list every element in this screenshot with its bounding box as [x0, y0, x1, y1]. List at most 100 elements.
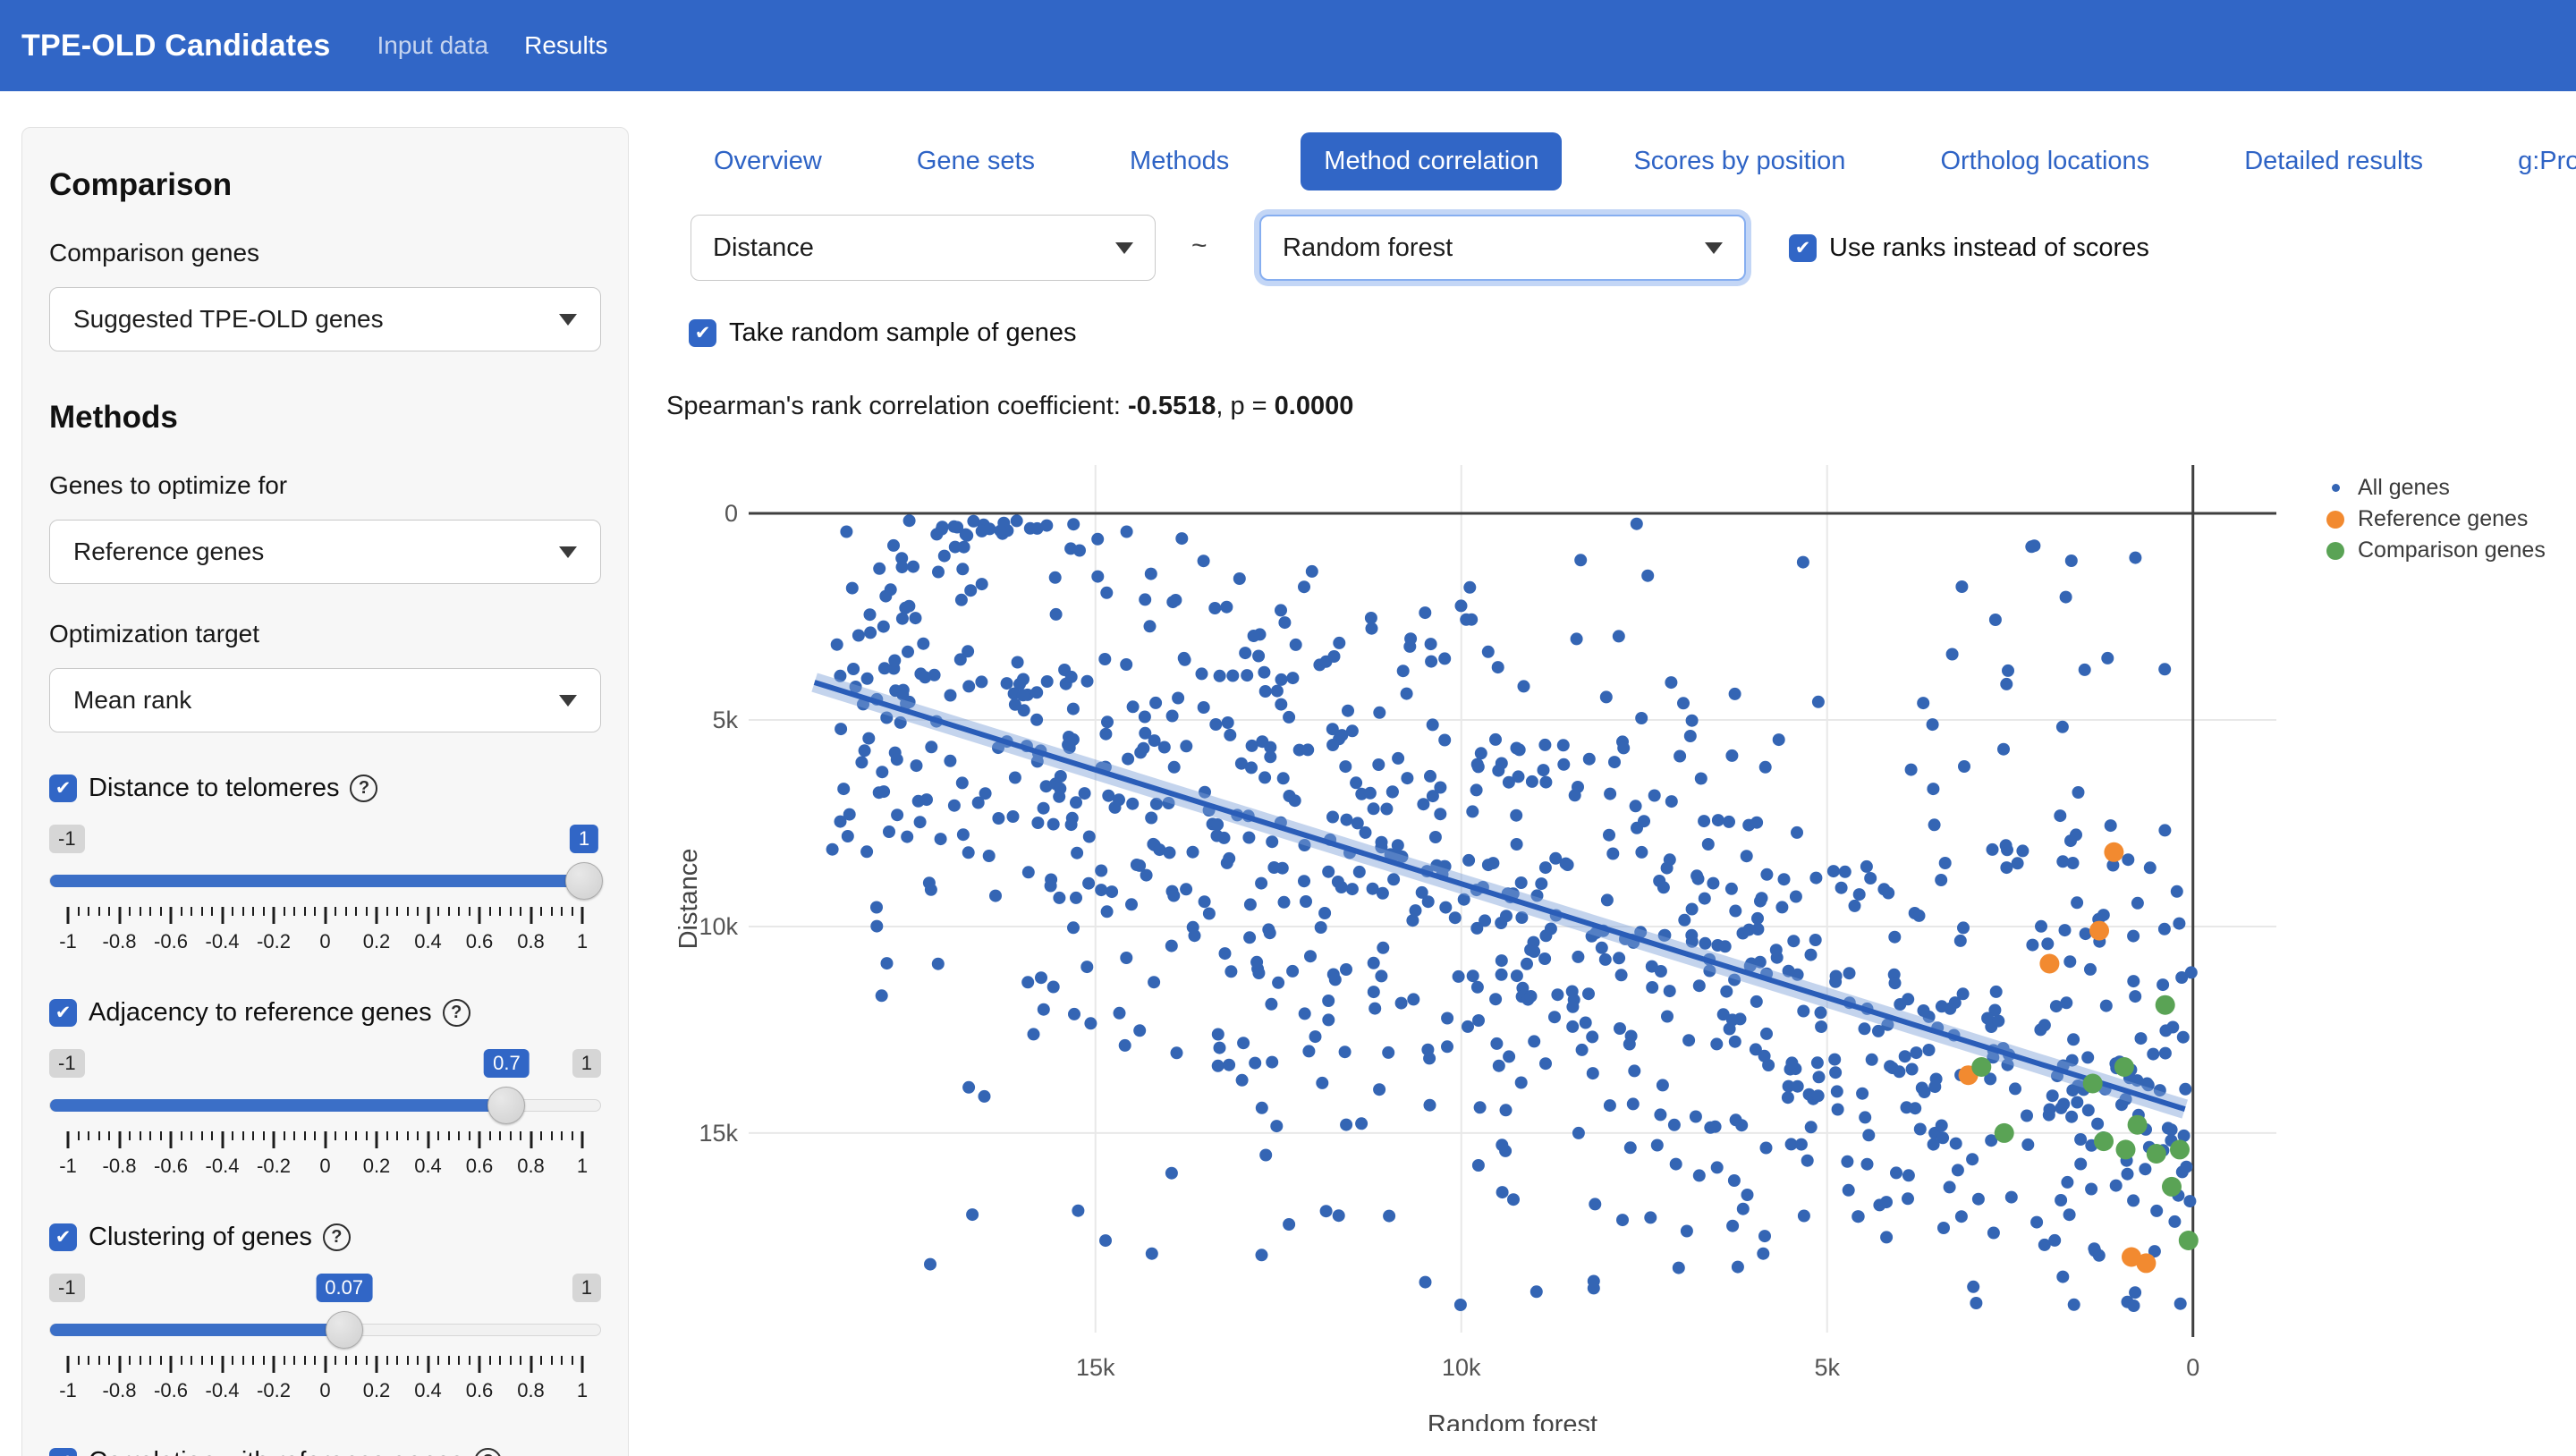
method-checkbox-0[interactable]: ✔ — [49, 775, 77, 802]
methods-list: ✔Distance to telomeres?-11-1-0.8-0.6-0.4… — [49, 774, 601, 1456]
help-icon[interactable]: ? — [350, 775, 377, 802]
all-genes-point — [2091, 1118, 2104, 1130]
all-genes-point — [2048, 1234, 2061, 1247]
all-genes-point — [1760, 1142, 1773, 1155]
all-genes-point — [1335, 881, 1348, 893]
all-genes-point — [1073, 545, 1086, 557]
all-genes-point — [1454, 1299, 1467, 1311]
method-slider-2[interactable]: -110.07-1-0.8-0.6-0.4-0.200.20.40.60.81 — [49, 1274, 601, 1406]
target-select[interactable]: Mean rank — [49, 668, 601, 732]
all-genes-point — [1244, 898, 1257, 910]
all-genes-point — [2100, 1000, 2113, 1012]
use-ranks-row: ✔ Use ranks instead of scores — [1789, 233, 2149, 263]
method-slider-0[interactable]: -11-1-0.8-0.6-0.4-0.200.20.40.60.81 — [49, 825, 601, 957]
all-genes-point — [2131, 897, 2144, 910]
all-genes-point — [1212, 1029, 1224, 1041]
all-genes-point — [1256, 1102, 1268, 1114]
all-genes-point — [2056, 721, 2069, 733]
all-genes-point — [1521, 958, 1533, 970]
method-slider-1[interactable]: -110.7-1-0.8-0.6-0.4-0.200.20.40.60.81 — [49, 1049, 601, 1181]
method-correlation-plot[interactable]: 05k10k15k15k10k5k0DistanceRandom forest — [662, 420, 2576, 1431]
tab-ortholog-locations[interactable]: Ortholog locations — [1917, 132, 2173, 190]
method-checkbox-2[interactable]: ✔ — [49, 1223, 77, 1251]
tab-detailed-results[interactable]: Detailed results — [2221, 132, 2446, 190]
tab-methods[interactable]: Methods — [1106, 132, 1252, 190]
all-genes-point — [901, 831, 913, 843]
help-icon[interactable]: ? — [323, 1223, 351, 1251]
legend-item-all-genes[interactable]: All genes — [2322, 472, 2546, 504]
all-genes-point — [2044, 1104, 2056, 1116]
method-checkbox-3[interactable]: ✔ — [49, 1448, 77, 1456]
all-genes-point — [1935, 874, 1947, 886]
all-genes-point — [1187, 846, 1199, 859]
all-genes-point — [1441, 1040, 1453, 1053]
tab-g-profiler[interactable]: g:Profiler — [2495, 132, 2576, 190]
all-genes-point — [1070, 796, 1082, 808]
all-genes-point — [1340, 1119, 1352, 1131]
results-tabs: Overview Gene sets Methods Method correlati… — [691, 132, 2576, 190]
all-genes-point — [2101, 652, 2114, 665]
method-checkbox-1[interactable]: ✔ — [49, 999, 77, 1027]
all-genes-point — [966, 1208, 979, 1221]
help-icon[interactable]: ? — [474, 1448, 502, 1456]
all-genes-point — [2041, 937, 2054, 950]
all-genes-point — [1830, 970, 1843, 983]
method-x-select[interactable]: Distance — [691, 215, 1156, 281]
all-genes-point — [1693, 979, 1706, 992]
all-genes-point — [1038, 802, 1050, 815]
all-genes-point — [1322, 866, 1335, 878]
method-label: Clustering of genes — [89, 1223, 312, 1252]
sample-checkbox[interactable]: ✔ — [689, 319, 716, 347]
spearman-coefficient: -0.5518 — [1128, 392, 1216, 420]
slider-track[interactable] — [49, 875, 601, 887]
legend-item-reference-genes[interactable]: Reference genes — [2322, 504, 2546, 535]
all-genes-point — [1526, 775, 1538, 788]
nav-link-results[interactable]: Results — [524, 31, 607, 60]
all-genes-point — [1364, 787, 1377, 800]
all-genes-point — [972, 797, 985, 809]
all-genes-point — [1175, 532, 1188, 545]
slider-handle[interactable] — [487, 1087, 525, 1124]
all-genes-point — [917, 638, 929, 650]
all-genes-point — [1631, 518, 1643, 530]
all-genes-point — [1377, 887, 1389, 900]
all-genes-point — [847, 663, 860, 675]
spearman-stat: Spearman's rank correlation coefficient:… — [666, 392, 1353, 421]
use-ranks-checkbox[interactable]: ✔ — [1789, 234, 1817, 262]
all-genes-point — [932, 958, 945, 970]
all-genes-point — [1424, 770, 1436, 783]
tab-overview[interactable]: Overview — [691, 132, 845, 190]
all-genes-point — [1503, 1050, 1515, 1062]
all-genes-point — [1166, 596, 1179, 608]
slider-handle[interactable] — [565, 862, 603, 900]
all-genes-point — [1930, 1073, 1943, 1086]
all-genes-point — [1729, 688, 1741, 700]
all-genes-point — [1326, 739, 1339, 751]
app-title[interactable]: TPE-OLD Candidates — [21, 29, 331, 63]
comparison-section-title: Comparison — [49, 167, 601, 203]
all-genes-point — [1815, 1006, 1827, 1019]
all-genes-point — [1084, 1017, 1097, 1029]
legend-item-comparison-genes[interactable]: Comparison genes — [2322, 535, 2546, 566]
comparison-genes-select[interactable]: Suggested TPE-OLD genes — [49, 287, 601, 351]
method-y-select[interactable]: Random forest — [1259, 215, 1746, 281]
all-genes-point — [1071, 847, 1083, 859]
slider-handle[interactable] — [326, 1311, 363, 1349]
nav-link-input-data[interactable]: Input data — [377, 31, 489, 60]
all-genes-point — [979, 1090, 991, 1103]
use-ranks-label: Use ranks instead of scores — [1829, 233, 2149, 263]
all-genes-point — [1127, 700, 1140, 713]
all-genes-point — [1785, 1056, 1798, 1069]
tab-method-correlation[interactable]: Method correlation — [1301, 132, 1562, 190]
help-icon[interactable]: ? — [443, 999, 470, 1027]
tab-scores-by-position[interactable]: Scores by position — [1610, 132, 1868, 190]
all-genes-point — [1861, 1158, 1874, 1171]
all-genes-point — [1958, 760, 1970, 773]
all-genes-point — [1588, 1275, 1600, 1288]
all-genes-point — [1729, 1036, 1741, 1048]
tab-gene-sets[interactable]: Gene sets — [894, 132, 1058, 190]
all-genes-point — [1360, 826, 1372, 839]
optimize-select[interactable]: Reference genes — [49, 520, 601, 584]
all-genes-point — [1099, 728, 1112, 741]
all-genes-point — [956, 563, 969, 575]
